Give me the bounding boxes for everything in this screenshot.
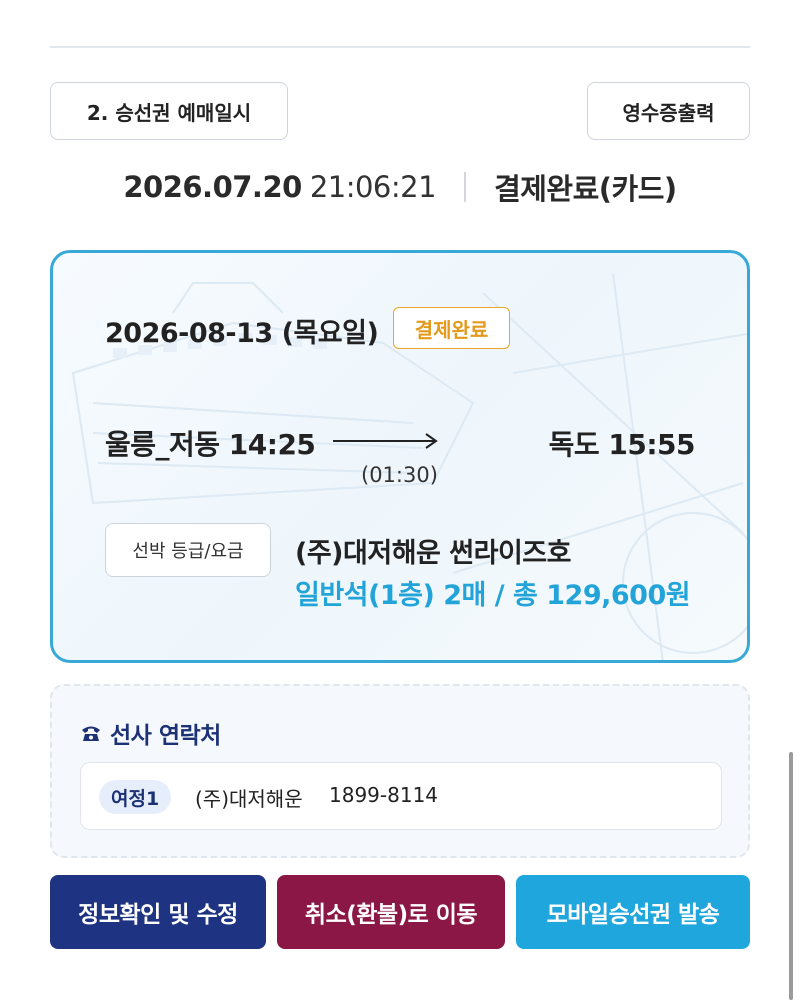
print-receipt-button[interactable]: 영수증출력 [587,82,750,140]
send-mobile-ticket-button[interactable]: 모바일승선권 발송 [516,875,750,949]
top-divider [50,46,750,48]
arrival: 독도 15:55 [548,428,696,461]
trip-duration: (01:30) [361,463,438,487]
phone-number[interactable]: 1899-8114 [329,783,438,807]
departure: 울릉_저동 14:25 [105,428,316,461]
fare-summary: 일반석(1층) 2매 / 총 129,600원 [295,580,691,611]
class-fare-button[interactable]: 선박 등급/요금 [105,523,271,577]
contact-section: 선사 연락처 여정1 (주)대저해운 1899-8114 [50,684,750,858]
status-badge: 결제완료 [393,307,510,349]
contact-header: 선사 연락처 [80,716,221,750]
contact-row: 여정1 (주)대저해운 1899-8114 [80,762,722,830]
scrollbar[interactable] [789,752,793,1000]
phone-icon [82,726,100,741]
leg-badge: 여정1 [99,780,172,814]
contact-title: 선사 연락처 [110,723,221,749]
divider [464,172,467,202]
trip-date: 2026-08-13 (목요일) [105,318,379,349]
vessel-name: (주)대저해운 썬라이즈호 [295,538,571,569]
payment-status: 결제완료(카드) [494,172,677,206]
ticket-card: 2026-08-13 (목요일) 결제완료 울릉_저동 14:25 (01:30… [50,250,750,663]
purchase-info: 2026.07.20 21:06:21 결제완료(카드) [0,165,800,209]
company-name: (주)대저해운 [195,787,303,811]
edit-info-button[interactable]: 정보확인 및 수정 [50,875,266,949]
arrow-right-icon [333,433,438,449]
purchase-date: 2026.07.20 [123,170,302,204]
purchase-time: 21:06:21 [309,170,437,204]
cancel-refund-button[interactable]: 취소(환불)로 이동 [277,875,505,949]
booking-datetime-button[interactable]: 2. 승선권 예매일시 [50,82,288,140]
